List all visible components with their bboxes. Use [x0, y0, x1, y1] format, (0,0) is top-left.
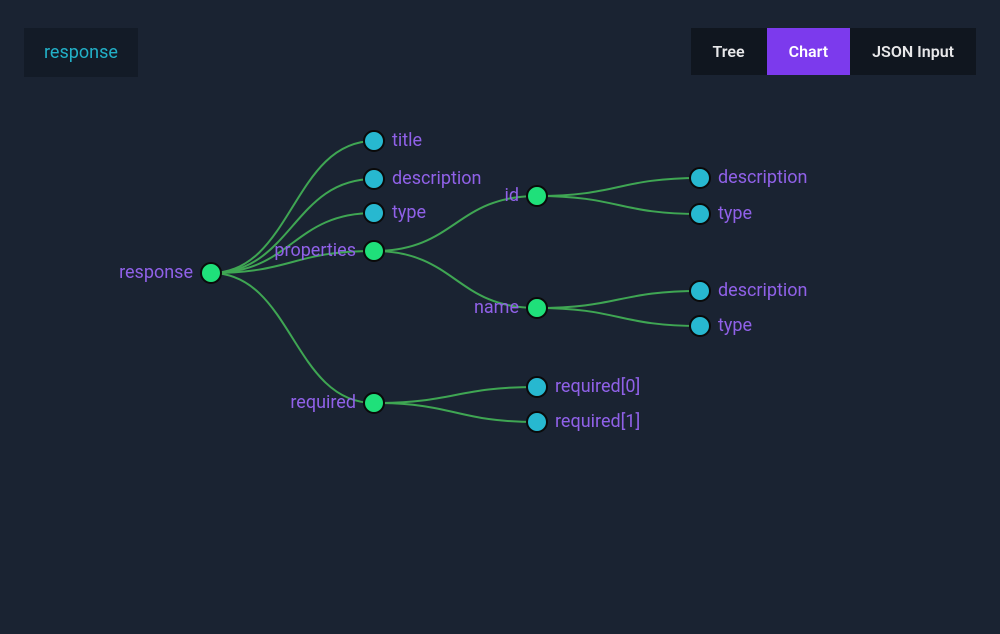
node-type[interactable]: type: [364, 202, 426, 223]
node-circle-required[interactable]: [364, 393, 384, 413]
node-label-title: title: [392, 130, 422, 151]
node-label-id_type: type: [718, 203, 752, 224]
node-required1[interactable]: required[1]: [527, 411, 640, 432]
node-label-properties: properties: [274, 240, 356, 261]
node-title[interactable]: title: [364, 130, 422, 151]
node-properties[interactable]: properties: [274, 240, 384, 261]
node-label-response: response: [119, 262, 193, 283]
node-required0[interactable]: required[0]: [527, 376, 640, 397]
node-circle-name_type[interactable]: [690, 316, 710, 336]
node-circle-description[interactable]: [364, 169, 384, 189]
tab-json-input[interactable]: JSON Input: [850, 28, 976, 75]
edge-name-name_desc: [537, 291, 700, 308]
node-label-id: id: [504, 185, 519, 206]
node-circle-id_desc[interactable]: [690, 168, 710, 188]
node-circle-name_desc[interactable]: [690, 281, 710, 301]
node-required[interactable]: required: [290, 392, 384, 413]
node-circle-type[interactable]: [364, 203, 384, 223]
node-label-required0: required[0]: [555, 376, 640, 397]
edge-name-name_type: [537, 308, 700, 326]
node-label-required: required: [290, 392, 356, 413]
node-id_type[interactable]: type: [690, 203, 752, 224]
node-label-type: type: [392, 202, 426, 223]
header: response Tree Chart JSON Input: [0, 0, 1000, 100]
node-name_desc[interactable]: description: [690, 280, 807, 301]
tab-chart[interactable]: Chart: [767, 28, 851, 75]
edge-id-id_type: [537, 196, 700, 214]
node-label-required1: required[1]: [555, 411, 640, 432]
node-response[interactable]: response: [119, 262, 221, 283]
node-label-name_desc: description: [718, 280, 807, 301]
node-circle-response[interactable]: [201, 263, 221, 283]
edge-required-required1: [374, 403, 537, 422]
edge-id-id_desc: [537, 178, 700, 196]
edge-required-required0: [374, 387, 537, 403]
chart-canvas[interactable]: response title description type properties re…: [0, 100, 1000, 630]
node-circle-name[interactable]: [527, 298, 547, 318]
node-circle-id[interactable]: [527, 186, 547, 206]
view-tabs: Tree Chart JSON Input: [691, 28, 977, 75]
node-circle-title[interactable]: [364, 131, 384, 151]
node-circle-required1[interactable]: [527, 412, 547, 432]
title-chip: response: [24, 28, 138, 77]
node-label-name: name: [474, 297, 519, 318]
node-description[interactable]: description: [364, 168, 481, 189]
node-label-name_type: type: [718, 315, 752, 336]
node-label-id_desc: description: [718, 167, 807, 188]
node-circle-required0[interactable]: [527, 377, 547, 397]
tab-tree[interactable]: Tree: [691, 28, 767, 75]
node-circle-properties[interactable]: [364, 241, 384, 261]
node-circle-id_type[interactable]: [690, 204, 710, 224]
node-name[interactable]: name: [474, 297, 547, 318]
node-name_type[interactable]: type: [690, 315, 752, 336]
tree-chart-svg: response title description type properties re…: [0, 100, 1000, 630]
node-id_desc[interactable]: description: [690, 167, 807, 188]
node-label-description: description: [392, 168, 481, 189]
edge-response-required: [211, 273, 374, 403]
node-id[interactable]: id: [504, 185, 547, 206]
